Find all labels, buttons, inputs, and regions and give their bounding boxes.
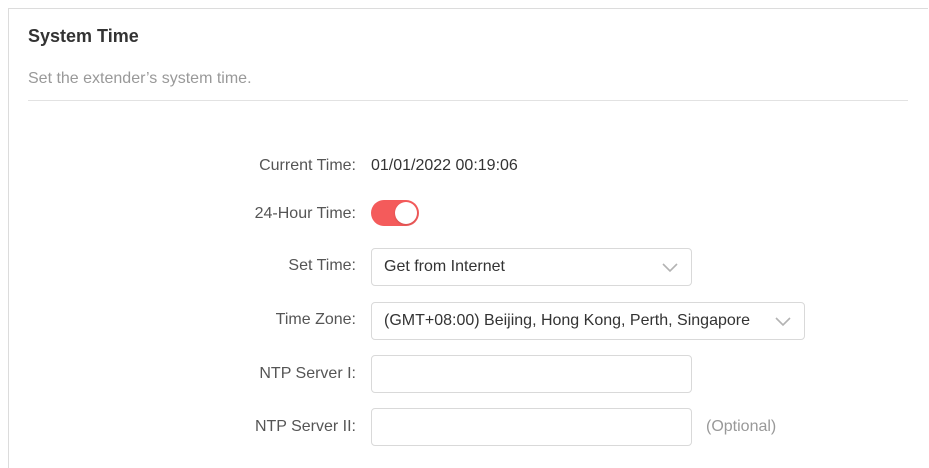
time-zone-label: Time Zone: xyxy=(275,311,356,328)
hour-format-toggle[interactable] xyxy=(371,200,419,226)
set-time-label: Set Time: xyxy=(288,257,356,274)
toggle-knob xyxy=(395,202,417,224)
time-zone-select[interactable]: (GMT+08:00) Beijing, Hong Kong, Perth, S… xyxy=(371,302,805,340)
time-zone-selected: (GMT+08:00) Beijing, Hong Kong, Perth, S… xyxy=(384,312,750,329)
divider xyxy=(28,100,908,101)
set-time-select[interactable]: Get from Internet xyxy=(371,248,692,286)
section-title: System Time xyxy=(28,26,139,46)
chevron-down-icon xyxy=(762,313,804,329)
current-time-label: Current Time: xyxy=(259,157,356,174)
ntp-server-2-input[interactable] xyxy=(371,408,692,446)
ntp-server-2-label: NTP Server II: xyxy=(254,418,356,435)
ntp-server-1-label: NTP Server I: xyxy=(259,365,356,382)
section-description: Set the extender’s system time. xyxy=(28,70,252,87)
ntp-server-1-input[interactable] xyxy=(371,355,692,393)
chevron-down-icon xyxy=(661,259,679,275)
hour-format-label: 24-Hour Time: xyxy=(254,205,356,222)
current-time-value: 01/01/2022 00:19:06 xyxy=(371,157,518,174)
set-time-selected: Get from Internet xyxy=(384,258,505,275)
optional-hint: (Optional) xyxy=(706,418,777,435)
